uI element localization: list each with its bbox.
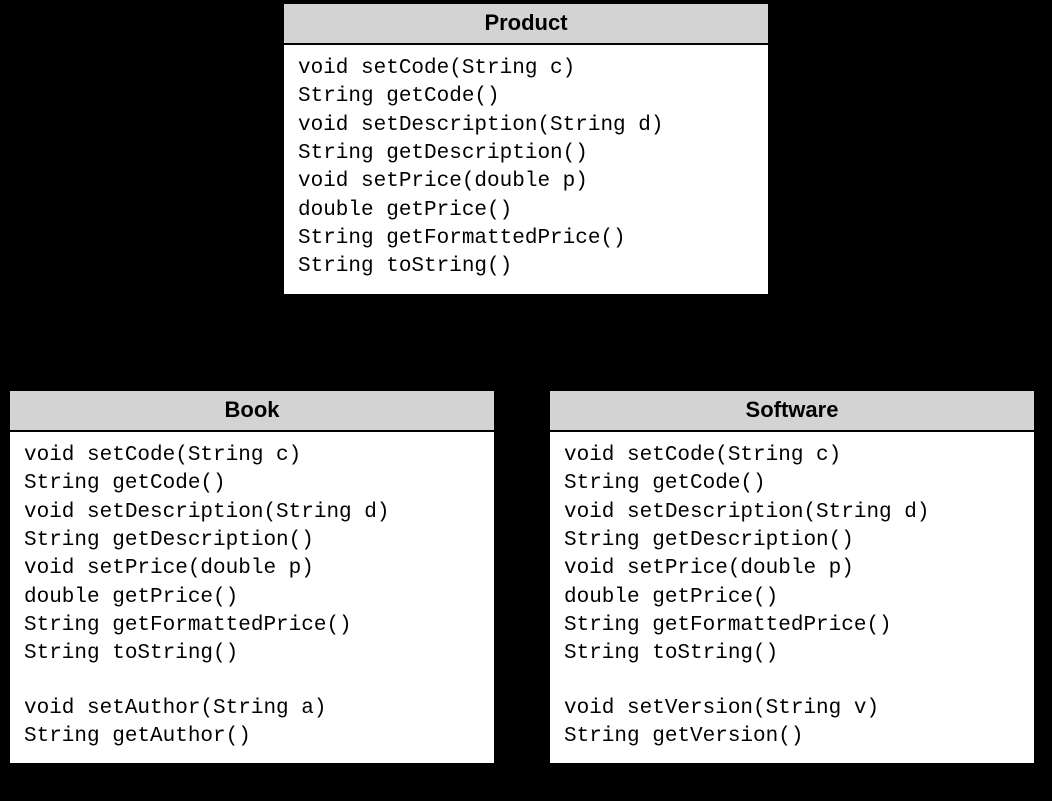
diagram-canvas: Product void setCode(String c) String ge… — [0, 0, 1052, 801]
method: String getAuthor() — [24, 723, 480, 751]
method: String getCode() — [564, 470, 1020, 498]
method: void setVersion(String v) — [564, 695, 1020, 723]
method: String toString() — [298, 253, 754, 281]
method: String getDescription() — [564, 527, 1020, 555]
method: void setDescription(String d) — [24, 499, 480, 527]
class-title-book: Book — [10, 391, 494, 432]
method: String toString() — [24, 640, 480, 668]
class-box-product: Product void setCode(String c) String ge… — [282, 2, 770, 296]
method: void setCode(String c) — [24, 442, 480, 470]
method: void setPrice(double p) — [564, 555, 1020, 583]
method: String getFormattedPrice() — [298, 225, 754, 253]
class-box-software: Software void setCode(String c) String g… — [548, 389, 1036, 765]
class-box-book: Book void setCode(String c) String getCo… — [8, 389, 496, 765]
method: double getPrice() — [564, 584, 1020, 612]
method: void setDescription(String d) — [564, 499, 1020, 527]
method: String getCode() — [298, 83, 754, 111]
method: double getPrice() — [298, 197, 754, 225]
method: String getDescription() — [298, 140, 754, 168]
method: String getFormattedPrice() — [24, 612, 480, 640]
method: void setPrice(double p) — [298, 168, 754, 196]
method: void setPrice(double p) — [24, 555, 480, 583]
class-body-software: void setCode(String c) String getCode() … — [550, 432, 1034, 763]
method: String getFormattedPrice() — [564, 612, 1020, 640]
method: String getVersion() — [564, 723, 1020, 751]
method: double getPrice() — [24, 584, 480, 612]
method: void setAuthor(String a) — [24, 695, 480, 723]
method: void setCode(String c) — [564, 442, 1020, 470]
method-group-separator — [24, 669, 480, 695]
method: void setCode(String c) — [298, 55, 754, 83]
class-title-product: Product — [284, 4, 768, 45]
method: String getDescription() — [24, 527, 480, 555]
class-body-book: void setCode(String c) String getCode() … — [10, 432, 494, 763]
method-group-separator — [564, 669, 1020, 695]
class-body-product: void setCode(String c) String getCode() … — [284, 45, 768, 294]
method: String toString() — [564, 640, 1020, 668]
method: void setDescription(String d) — [298, 112, 754, 140]
class-title-software: Software — [550, 391, 1034, 432]
method: String getCode() — [24, 470, 480, 498]
